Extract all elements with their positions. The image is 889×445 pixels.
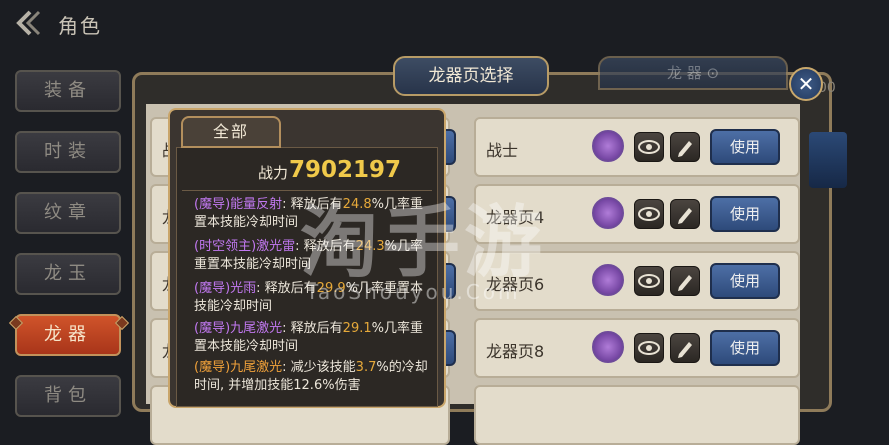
watermark: 淘手游: [300, 198, 547, 288]
dragon-portrait: [809, 132, 847, 188]
skill-text: : 减少该技能: [282, 360, 356, 375]
tab-all[interactable]: 全部: [181, 116, 281, 148]
menu-item-equipment[interactable]: 装备: [15, 70, 121, 112]
preview-eye-icon[interactable]: [634, 199, 664, 229]
use-button[interactable]: 使用: [710, 263, 780, 299]
menu-item-dragon-gear[interactable]: 龙器: [15, 314, 121, 356]
rune-icon: [592, 197, 624, 229]
edit-pencil-icon[interactable]: [670, 199, 700, 229]
preview-eye-icon[interactable]: [634, 266, 664, 296]
dragon-gear-tab[interactable]: 龙 器 ⊙: [598, 56, 788, 90]
preview-eye-icon[interactable]: [634, 132, 664, 162]
skill-name: (魔导)能量反射: [194, 197, 283, 212]
preview-eye-icon[interactable]: [634, 333, 664, 363]
page-row-name: 战士: [486, 141, 519, 160]
skill-name: (魔导)光雨: [194, 281, 257, 296]
page-title: 角色: [58, 14, 102, 38]
page-row[interactable]: 战士 使用: [474, 117, 800, 177]
edit-pencil-icon[interactable]: [670, 266, 700, 296]
skill-name: (时空领主)激光雷: [194, 239, 296, 254]
edit-pencil-icon[interactable]: [670, 132, 700, 162]
close-icon: ✕: [797, 72, 815, 96]
rune-icon: [592, 130, 624, 162]
skill-name: (魔导)九尾激光: [194, 360, 283, 375]
watermark-url: TaoShouyou.Com: [306, 280, 521, 304]
rune-icon: [592, 264, 624, 296]
skill-text: : 释放后有: [282, 321, 343, 336]
use-button[interactable]: 使用: [710, 330, 780, 366]
menu-item-emblem[interactable]: 纹章: [15, 192, 121, 234]
menu-item-inventory[interactable]: 背包: [15, 375, 121, 417]
dialog-title: 龙器页选择: [393, 56, 549, 96]
page-row[interactable]: 龙器页8 使用: [474, 318, 800, 378]
power-label: 战力: [258, 164, 289, 182]
menu-item-fashion[interactable]: 时装: [15, 131, 121, 173]
edit-pencil-icon[interactable]: [670, 333, 700, 363]
skill-effect: (魔导)九尾激光: 减少该技能3.7%的冷却时间, 并增加技能12.6%伤害: [194, 359, 434, 395]
skill-percent: 3.7: [355, 360, 377, 375]
menu-item-dragon-jade[interactable]: 龙玉: [15, 253, 121, 295]
use-button[interactable]: 使用: [710, 129, 780, 165]
rune-icon: [592, 331, 624, 363]
close-button[interactable]: ✕: [789, 67, 823, 101]
skill-name: (魔导)九尾激光: [194, 321, 283, 336]
page-row[interactable]: [474, 385, 800, 445]
skill-effect: (魔导)九尾激光: 释放后有29.1%几率重置本技能冷却时间: [194, 320, 434, 356]
page-row-name: 龙器页8: [486, 342, 545, 361]
skill-percent: 29.1: [342, 321, 372, 336]
back-arrow-icon[interactable]: [14, 8, 44, 38]
use-button[interactable]: 使用: [710, 196, 780, 232]
